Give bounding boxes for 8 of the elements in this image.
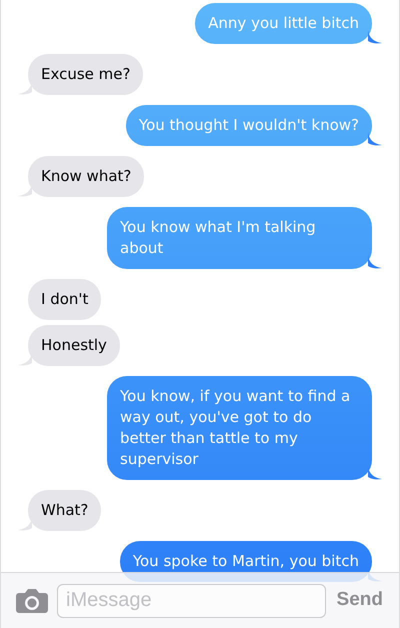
bubble-tail	[368, 255, 382, 269]
bubble-tail	[368, 30, 382, 44]
send-button[interactable]: Send	[334, 586, 385, 615]
message-input[interactable]: iMessage	[57, 584, 326, 618]
camera-icon[interactable]	[16, 588, 48, 613]
message-bubble: I don't	[28, 279, 102, 320]
bubble-tail	[368, 132, 382, 146]
bubble-tail	[368, 466, 382, 480]
